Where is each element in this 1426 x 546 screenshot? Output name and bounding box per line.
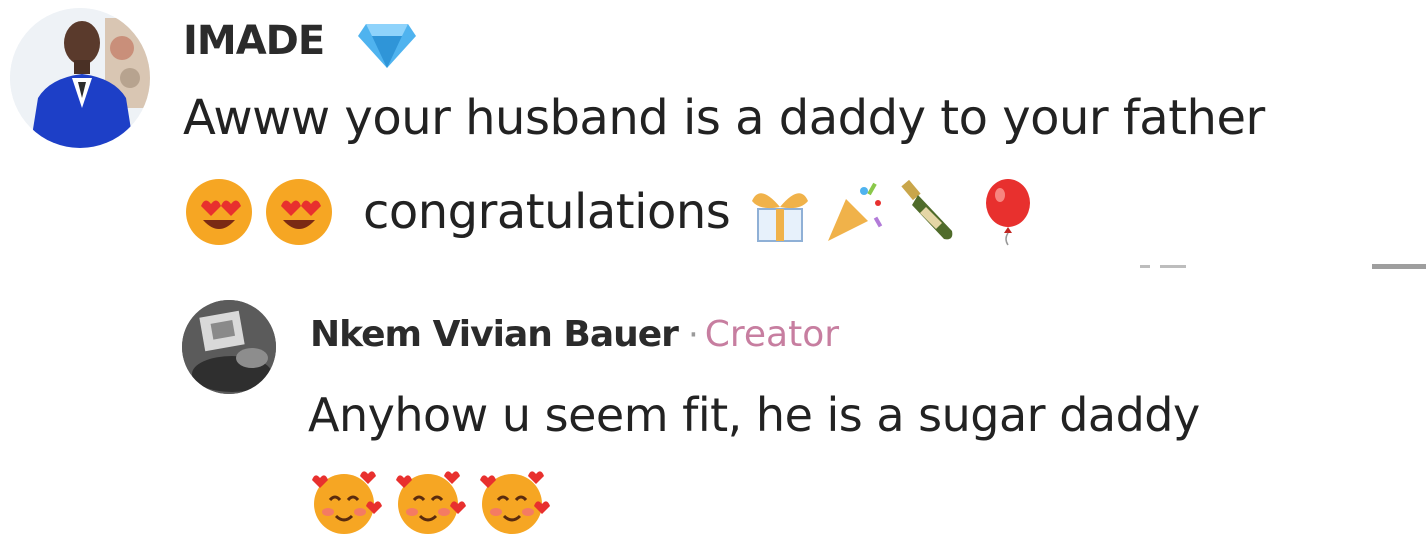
smiling-face-with-hearts-icon [480,471,550,534]
party-popper-icon [828,182,883,241]
avatar[interactable] [182,300,276,394]
avatar[interactable] [10,8,150,148]
balloon-icon [986,179,1031,246]
comment: IMADE Awww your husband is a daddy to yo… [0,0,1426,290]
smiling-face-with-heart-eyes-icon [266,179,332,245]
comment-text: Awww your husband is a daddy to your fat… [183,90,1265,146]
diamond-icon [358,24,416,68]
comment-text-congratulations: congratulations [363,184,731,240]
creator-badge: Creator [704,314,840,355]
smiling-face-with-hearts-icon [312,471,382,534]
reply-header: Nkem Vivian Bauer · Creator [310,314,839,355]
gift-icon [752,193,809,242]
reply-username[interactable]: Nkem Vivian Bauer [310,314,679,355]
divider [1140,264,1426,269]
comment-text-line-2: congratulations [183,172,1048,252]
smiling-face-with-heart-eyes-icon [186,179,252,245]
smiling-face-with-hearts-icon [396,471,466,534]
comment-username[interactable]: IMADE [183,18,325,64]
separator: · [687,315,699,355]
reply-text: Anyhow u seem fit, he is a sugar daddy [308,388,1200,442]
champagne-icon [901,179,953,240]
reply: Nkem Vivian Bauer · Creator Anyhow u see… [0,290,1426,546]
reply-emojis [306,466,550,536]
